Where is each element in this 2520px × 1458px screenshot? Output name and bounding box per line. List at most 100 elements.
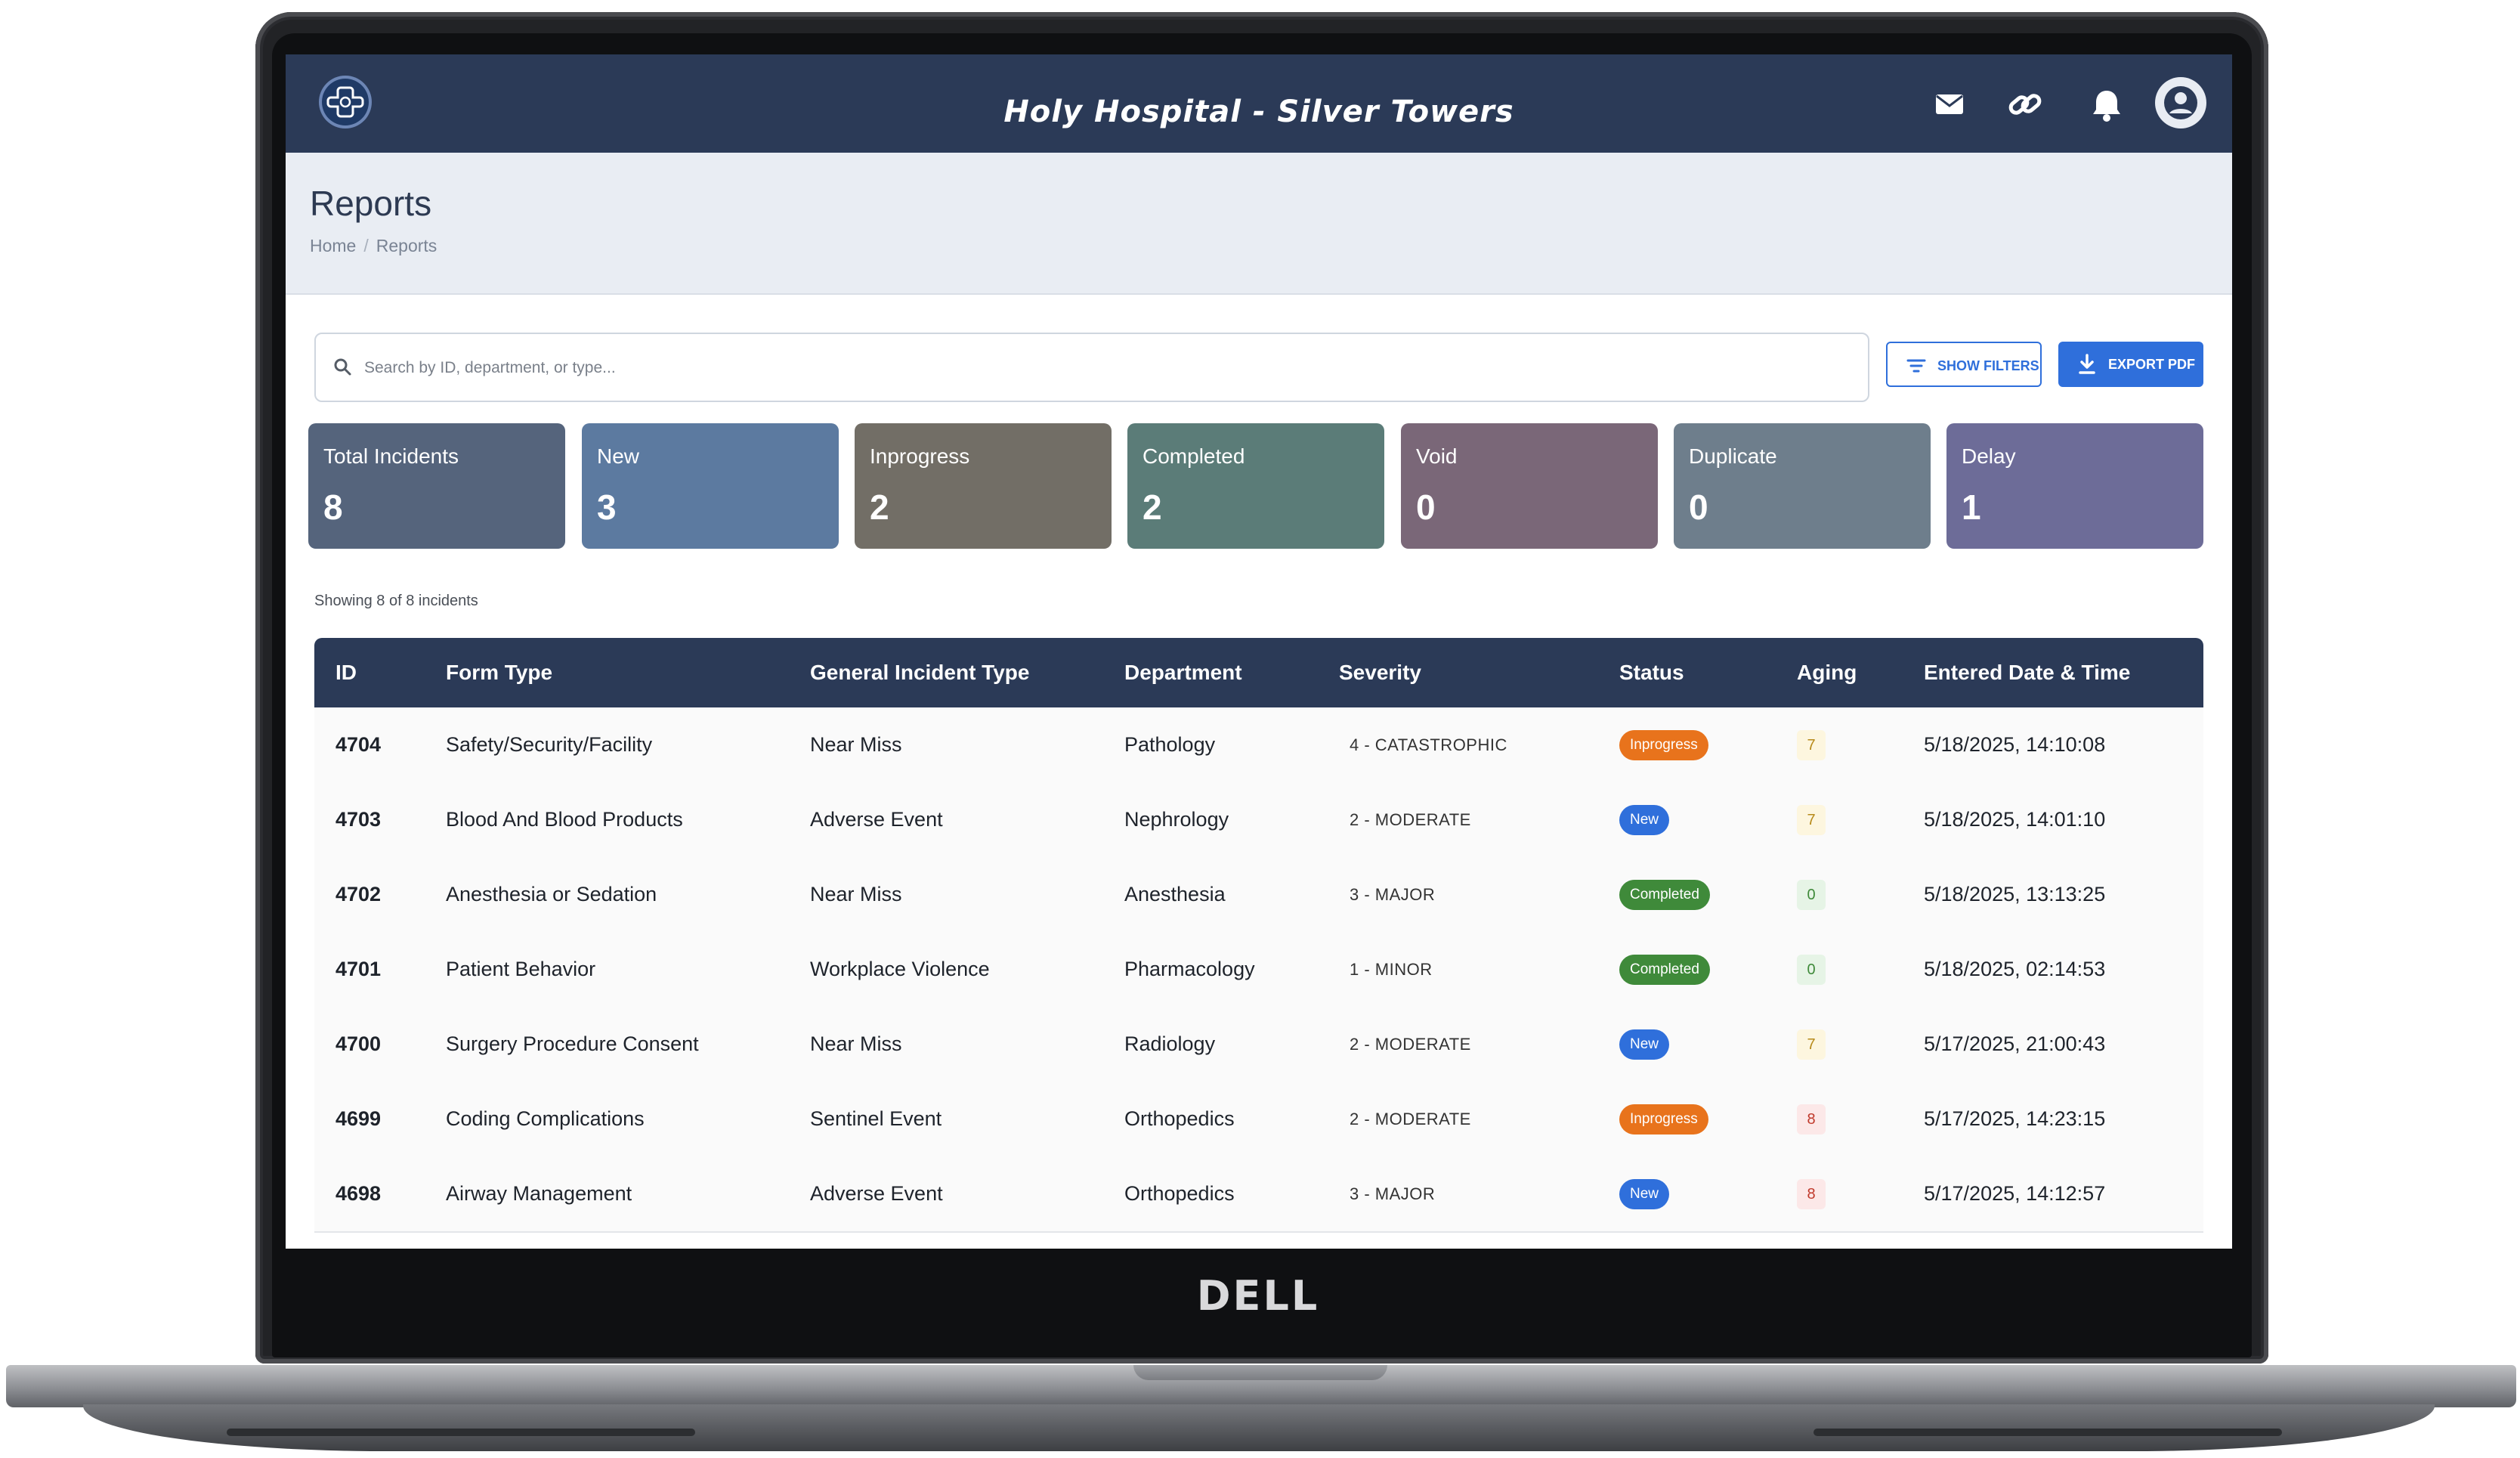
cell-severity: 3 - MAJOR <box>1350 1184 1436 1203</box>
card-delay[interactable]: Delay 1 <box>1946 423 2203 549</box>
card-label: Duplicate <box>1689 444 1777 468</box>
status-badge: Completed <box>1619 880 1710 910</box>
results-count: Showing 8 of 8 incidents <box>314 593 478 609</box>
breadcrumb-home[interactable]: Home <box>310 236 356 255</box>
bell-icon[interactable] <box>2084 82 2129 127</box>
download-icon <box>2079 354 2095 374</box>
card-completed[interactable]: Completed 2 <box>1127 423 1384 549</box>
page-title: Reports <box>310 184 432 223</box>
page-header: Reports Home / Reports <box>286 153 2232 295</box>
table-row[interactable]: 4698 Airway Management Adverse Event Orthop… <box>314 1156 2203 1233</box>
col-entered[interactable]: Entered Date & Time <box>1924 638 2130 707</box>
status-badge: New <box>1619 1179 1670 1209</box>
cell-id: 4702 <box>335 883 382 905</box>
show-filters-button[interactable]: SHOW FILTERS <box>1886 342 2042 387</box>
cell-id: 4703 <box>335 808 382 831</box>
mail-icon[interactable] <box>1927 82 1972 127</box>
cell-incident-type: Near Miss <box>810 1032 902 1055</box>
col-form-type[interactable]: Form Type <box>446 638 552 707</box>
table-row[interactable]: 4703 Blood And Blood Products Adverse Even… <box>314 782 2203 859</box>
table-row[interactable]: 4699 Coding Complications Sentinel Event Or… <box>314 1082 2203 1158</box>
cell-incident-type: Sentinel Event <box>810 1107 942 1130</box>
card-label: Total Incidents <box>323 444 459 468</box>
cell-severity: 3 - MAJOR <box>1350 885 1436 904</box>
aging-badge: 8 <box>1797 1179 1826 1209</box>
cell-severity: 2 - MODERATE <box>1350 810 1471 829</box>
table-row[interactable]: 4704 Safety/Security/Facility Near Miss Pat… <box>314 707 2203 784</box>
cell-entered: 5/17/2025, 14:23:15 <box>1924 1107 2106 1130</box>
device-brand-logo: DELL <box>1196 1272 1320 1320</box>
table-row[interactable]: 4701 Patient Behavior Workplace Violence Ph… <box>314 932 2203 1008</box>
search-box <box>314 333 1869 402</box>
card-value: 0 <box>1689 488 1708 527</box>
cell-incident-type: Near Miss <box>810 733 902 756</box>
cell-severity: 4 - CATASTROPHIC <box>1350 735 1507 754</box>
col-severity[interactable]: Severity <box>1339 638 1421 707</box>
laptop-base-bottom <box>83 1404 2435 1451</box>
cell-form-type: Anesthesia or Sedation <box>446 883 657 905</box>
filter-icon <box>1906 359 1926 373</box>
cell-incident-type: Near Miss <box>810 883 902 905</box>
cell-id: 4699 <box>335 1107 382 1130</box>
col-id[interactable]: ID <box>335 638 357 707</box>
cell-id: 4701 <box>335 958 382 980</box>
aging-badge: 7 <box>1797 805 1826 835</box>
cell-id: 4700 <box>335 1032 382 1055</box>
status-badge: Inprogress <box>1619 730 1708 760</box>
hospital-logo-icon[interactable] <box>319 76 372 128</box>
card-value: 2 <box>1143 488 1162 527</box>
search-icon <box>334 358 351 376</box>
link-icon[interactable] <box>2002 82 2048 127</box>
cell-entered: 5/17/2025, 14:12:57 <box>1924 1182 2106 1205</box>
user-avatar[interactable] <box>2155 77 2206 128</box>
aging-badge: 7 <box>1797 730 1826 760</box>
cell-severity: 2 - MODERATE <box>1350 1110 1471 1128</box>
table-row[interactable]: 4702 Anesthesia or Sedation Near Miss Anest… <box>314 857 2203 933</box>
cell-entered: 5/18/2025, 13:13:25 <box>1924 883 2106 905</box>
card-label: Delay <box>1962 444 2016 468</box>
cell-form-type: Blood And Blood Products <box>446 808 683 831</box>
cell-department: Radiology <box>1124 1032 1216 1055</box>
card-label: Void <box>1416 444 1458 468</box>
col-aging[interactable]: Aging <box>1797 638 1857 707</box>
table-header: ID Form Type General Incident Type Depar… <box>314 638 2203 707</box>
card-label: Completed <box>1143 444 1245 468</box>
cell-department: Anesthesia <box>1124 883 1226 905</box>
card-value: 0 <box>1416 488 1436 527</box>
status-badge: New <box>1619 1029 1670 1060</box>
cell-entered: 5/17/2025, 21:00:43 <box>1924 1032 2106 1055</box>
cell-form-type: Safety/Security/Facility <box>446 733 653 756</box>
card-duplicate[interactable]: Duplicate 0 <box>1674 423 1931 549</box>
cell-id: 4704 <box>335 733 382 756</box>
cell-id: 4698 <box>335 1182 382 1205</box>
export-pdf-button[interactable]: EXPORT PDF <box>2058 342 2203 387</box>
export-pdf-label: EXPORT PDF <box>2108 357 2196 372</box>
card-inprogress[interactable]: Inprogress 2 <box>855 423 1112 549</box>
card-label: New <box>597 444 640 468</box>
cell-form-type: Patient Behavior <box>446 958 596 980</box>
table-row[interactable]: 4700 Surgery Procedure Consent Near Miss Ra… <box>314 1007 2203 1083</box>
breadcrumb-current: Reports <box>376 236 438 255</box>
card-total-incidents[interactable]: Total Incidents 8 <box>308 423 565 549</box>
top-navbar: Holy Hospital - Silver Towers <box>286 54 2232 153</box>
cell-department: Orthopedics <box>1124 1107 1235 1130</box>
search-input[interactable] <box>363 334 1847 402</box>
cell-severity: 2 - MODERATE <box>1350 1035 1471 1054</box>
col-status[interactable]: Status <box>1619 638 1684 707</box>
cell-incident-type: Adverse Event <box>810 808 943 831</box>
breadcrumb: Home / Reports <box>310 236 438 255</box>
card-value: 3 <box>597 488 617 527</box>
aging-badge: 7 <box>1797 1029 1826 1060</box>
aging-badge: 0 <box>1797 880 1826 910</box>
screen: Holy Hospital - Silver Towers Reports Ho… <box>286 54 2232 1249</box>
status-badge: New <box>1619 805 1670 835</box>
laptop-notch <box>1133 1365 1387 1380</box>
card-label: Inprogress <box>870 444 970 468</box>
card-new[interactable]: New 3 <box>582 423 839 549</box>
cell-entered: 5/18/2025, 02:14:53 <box>1924 958 2106 980</box>
col-department[interactable]: Department <box>1124 638 1242 707</box>
card-void[interactable]: Void 0 <box>1401 423 1658 549</box>
col-incident-type[interactable]: General Incident Type <box>810 638 1029 707</box>
cell-severity: 1 - MINOR <box>1350 960 1433 979</box>
cell-department: Pharmacology <box>1124 958 1255 980</box>
